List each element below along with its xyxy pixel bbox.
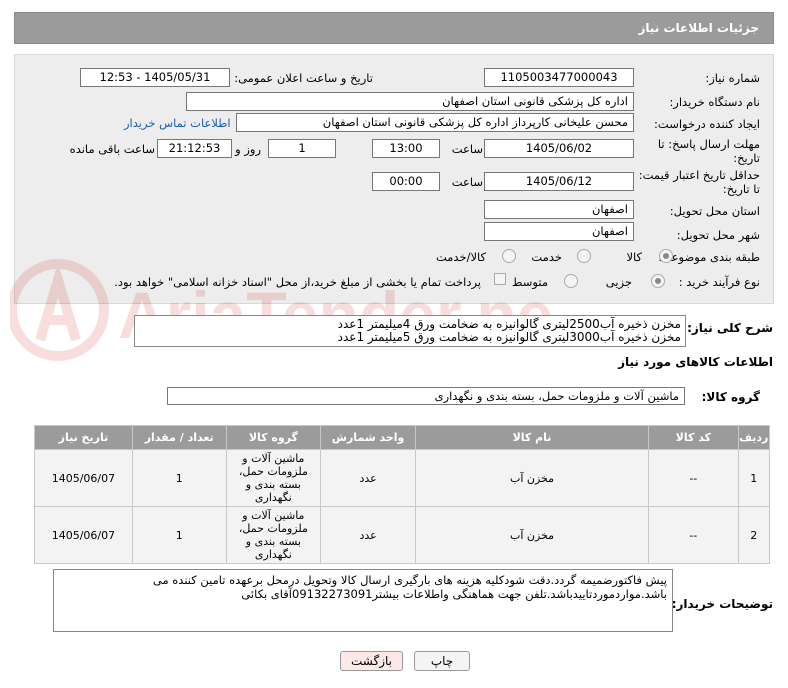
category-radio-both[interactable]	[502, 249, 516, 263]
page-header: جزئیات اطلاعات نیاز	[14, 12, 774, 44]
general-desc-line-2: مخزن ذخیره آب3000لیتری گالوانیزه به ضخام…	[337, 330, 681, 344]
goods-group-label: گروه کالا:	[701, 390, 760, 404]
col-row: ردیف	[737, 425, 771, 450]
treasury-payment-checkbox[interactable]	[494, 273, 506, 285]
price-validity-label: حداقل تاریخ اعتبار قیمت:	[638, 168, 760, 182]
announce-date-field: 1405/05/31 - 12:53	[80, 68, 230, 87]
row-group: ماشین آلات و ملزومات حمل، بسته بندی و نگ…	[225, 449, 322, 507]
category-option-goods: کالا	[626, 250, 642, 264]
reply-date-field: 1405/06/02	[484, 139, 634, 158]
row-group: ماشین آلات و ملزومات حمل، بسته بندی و نگ…	[225, 506, 322, 564]
category-label: طبقه بندی موضوعی:	[658, 250, 760, 264]
items-table-header: ردیف کد کالا نام کالا واحد شمارش گروه کا…	[34, 425, 771, 450]
process-label: نوع فرآیند خرید :	[678, 275, 760, 289]
days-count-field: 1	[268, 139, 336, 158]
col-name: نام کالا	[414, 425, 650, 450]
col-date: تاریخ نیاز	[34, 425, 133, 450]
row-code: --	[648, 506, 739, 564]
need-number-field: 1105003477000043	[484, 68, 634, 87]
general-desc-label: شرح کلی نیاز:	[687, 321, 773, 335]
buyer-org-field: اداره کل پزشکی قانونی استان اصفهان	[186, 92, 634, 111]
reply-time-field: 13:00	[372, 139, 440, 158]
category-option-both: کالا/خدمت	[435, 250, 486, 264]
page-title: جزئیات اطلاعات نیاز	[638, 21, 759, 35]
price-time-field: 00:00	[372, 172, 440, 191]
creator-field: محسن علیخانی کارپرداز اداره کل پزشکی قان…	[236, 113, 634, 132]
row-code: --	[648, 449, 739, 507]
row-index: 2	[737, 506, 771, 564]
treasury-payment-note: پرداخت تمام یا بخشی از مبلغ خرید،از محل …	[114, 275, 481, 289]
row-name: مخزن آب	[414, 449, 650, 507]
row-date: 1405/06/07	[34, 506, 133, 564]
province-label: استان محل تحویل:	[669, 204, 760, 218]
items-table: ردیف کد کالا نام کالا واحد شمارش گروه کا…	[34, 425, 771, 564]
category-radio-goods[interactable]	[659, 249, 673, 263]
items-section-title: اطلاعات کالاهای مورد نیاز	[618, 355, 773, 369]
row-date: 1405/06/07	[34, 449, 133, 507]
buyer-org-label: نام دستگاه خریدار:	[669, 95, 760, 109]
col-unit: واحد شمارش	[320, 425, 416, 450]
col-group: گروه کالا	[225, 425, 322, 450]
back-button[interactable]: بازگشت	[340, 651, 403, 671]
buyer-notes-label: توضیحات خریدار:	[671, 597, 773, 611]
col-code: کد کالا	[648, 425, 739, 450]
process-radio-medium[interactable]	[564, 274, 578, 288]
print-button[interactable]: چاپ	[414, 651, 470, 671]
remaining-time-label: ساعت باقی مانده	[69, 142, 155, 156]
process-radio-minor[interactable]	[651, 274, 665, 288]
row-unit: عدد	[320, 506, 416, 564]
reply-deadline-label-2: تاریخ:	[733, 151, 760, 165]
need-number-label: شماره نیاز:	[705, 71, 760, 85]
city-field: اصفهان	[484, 222, 634, 241]
days-label: روز و	[235, 142, 261, 156]
buyer-notes-textarea[interactable]: پیش فاکتورضمیمه گردد.دقت شودکلیه هزینه ه…	[53, 569, 673, 632]
row-qty: 1	[131, 506, 227, 564]
remaining-time-field: 21:12:53	[157, 139, 232, 158]
price-time-label: ساعت	[451, 175, 483, 189]
category-option-service: خدمت	[531, 250, 562, 264]
contact-info-link[interactable]: اطلاعات تماس خریدار	[124, 116, 231, 130]
row-index: 1	[737, 449, 771, 507]
reply-deadline-label: مهلت ارسال پاسخ: تا	[657, 137, 760, 151]
price-validity-label-2: تا تاریخ:	[722, 182, 760, 196]
category-radio-service[interactable]	[577, 249, 591, 263]
price-date-field: 1405/06/12	[484, 172, 634, 191]
row-unit: عدد	[320, 449, 416, 507]
goods-group-field: ماشین آلات و ملزومات حمل، بسته بندی و نگ…	[167, 387, 685, 405]
city-label: شهر محل تحویل:	[676, 228, 760, 242]
creator-label: ایجاد کننده درخواست:	[654, 117, 760, 131]
process-option-medium: متوسط	[511, 275, 548, 289]
announce-date-label: تاریخ و ساعت اعلان عمومی:	[234, 71, 373, 85]
table-row: 2 -- مخزن آب عدد ماشین آلات و ملزومات حم…	[34, 506, 771, 564]
reply-time-label: ساعت	[451, 142, 483, 156]
row-qty: 1	[131, 449, 227, 507]
general-desc-textarea[interactable]: مخزن ذخیره آب2500لیتری گالوانیزه به ضخام…	[134, 315, 686, 347]
process-option-minor: جزیی	[605, 275, 632, 289]
col-qty: تعداد / مقدار	[131, 425, 227, 450]
province-field: اصفهان	[484, 200, 634, 219]
table-row: 1 -- مخزن آب عدد ماشین آلات و ملزومات حم…	[34, 449, 771, 507]
row-name: مخزن آب	[414, 506, 650, 564]
